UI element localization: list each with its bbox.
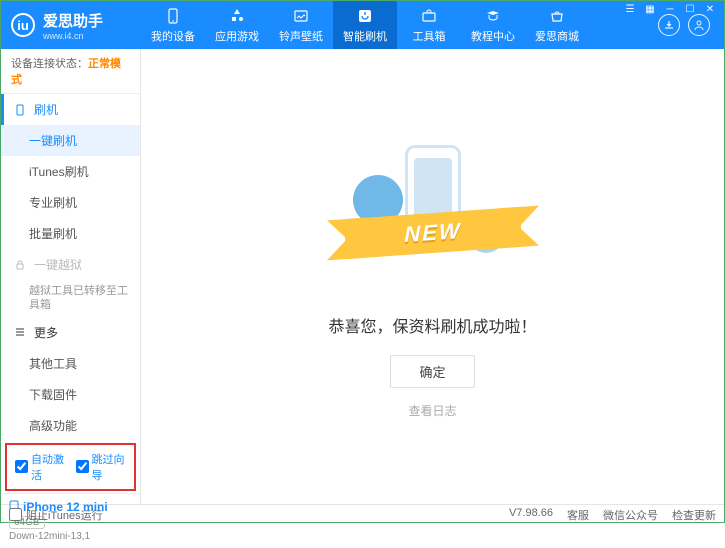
sidebar-item-othertools[interactable]: 其他工具 <box>1 348 140 379</box>
tab-store[interactable]: 爱思商城 <box>525 1 589 49</box>
ok-button[interactable]: 确定 <box>390 355 474 388</box>
logo-area: iu 爱思助手 www.i4.cn <box>11 10 141 41</box>
tab-my-device[interactable]: 我的设备 <box>141 1 205 49</box>
titlebar: iu 爱思助手 www.i4.cn 我的设备 应用游戏 铃声壁纸 智能刷机 工具… <box>1 1 724 49</box>
store-icon <box>548 7 566 25</box>
sidebar-item-batch[interactable]: 批量刷机 <box>1 218 140 249</box>
view-log-link[interactable]: 查看日志 <box>408 402 456 419</box>
tab-flash[interactable]: 智能刷机 <box>333 1 397 49</box>
check-update-link[interactable]: 检查更新 <box>672 507 716 523</box>
flash-icon <box>356 7 374 25</box>
logo-icon: iu <box>11 13 35 37</box>
customer-service-link[interactable]: 客服 <box>567 507 589 523</box>
download-button[interactable] <box>658 14 680 36</box>
wallpaper-icon <box>292 7 310 25</box>
success-illustration: NEW <box>323 135 543 295</box>
sidebar-section-more[interactable]: 更多 <box>1 317 140 348</box>
success-message: 恭喜您，保资料刷机成功啦！ <box>328 313 536 337</box>
wechat-link[interactable]: 微信公众号 <box>603 507 658 523</box>
sidebar-item-pro[interactable]: 专业刷机 <box>1 187 140 218</box>
sidebar: 设备连接状态：正常模式 刷机 一键刷机 iTunes刷机 专业刷机 批量刷机 一… <box>1 49 141 504</box>
ribbon-text: NEW <box>404 217 461 247</box>
auto-activate-checkbox[interactable]: 自动激活 <box>15 451 66 483</box>
tab-apps[interactable]: 应用游戏 <box>205 1 269 49</box>
sidebar-item-firmware[interactable]: 下载固件 <box>1 379 140 410</box>
block-itunes-checkbox[interactable]: 阻止iTunes运行 <box>9 507 103 523</box>
user-button[interactable] <box>688 14 710 36</box>
tab-ringtones[interactable]: 铃声壁纸 <box>269 1 333 49</box>
tab-tutorial[interactable]: 教程中心 <box>461 1 525 49</box>
sidebar-item-advanced[interactable]: 高级功能 <box>1 410 140 441</box>
menu-icon[interactable]: ☰ <box>623 2 637 16</box>
tutorial-icon <box>484 7 502 25</box>
version-label: V7.98.66 <box>509 507 553 523</box>
apps-icon <box>228 7 246 25</box>
sidebar-section-jailbreak[interactable]: 一键越狱 <box>1 249 140 280</box>
lock-icon <box>14 259 28 271</box>
window-controls: ☰ ▦ ─ ☐ ✕ <box>623 2 717 16</box>
sidebar-item-itunes[interactable]: iTunes刷机 <box>1 156 140 187</box>
more-icon <box>14 326 28 338</box>
app-name: 爱思助手 <box>43 10 103 31</box>
app-sub: www.i4.cn <box>43 31 103 41</box>
sidebar-section-flash[interactable]: 刷机 <box>1 94 140 125</box>
device-icon <box>164 7 182 25</box>
sidebar-item-oneclick[interactable]: 一键刷机 <box>1 125 140 156</box>
maximize-button[interactable]: ☐ <box>683 2 697 16</box>
main-content: NEW 恭喜您，保资料刷机成功啦！ 确定 查看日志 <box>141 49 724 504</box>
skin-icon[interactable]: ▦ <box>643 2 657 16</box>
minimize-button[interactable]: ─ <box>663 2 677 16</box>
top-tabs: 我的设备 应用游戏 铃声壁纸 智能刷机 工具箱 教程中心 爱思商城 <box>141 1 658 49</box>
skip-guide-checkbox[interactable]: 跳过向导 <box>76 451 127 483</box>
device-sub: Down-12mini-13,1 <box>9 531 132 542</box>
close-button[interactable]: ✕ <box>703 2 717 16</box>
connection-status: 设备连接状态：正常模式 <box>1 49 140 94</box>
phone-icon <box>14 104 28 116</box>
options-row: 自动激活 跳过向导 <box>5 443 136 491</box>
tab-toolbox[interactable]: 工具箱 <box>397 1 461 49</box>
toolbox-icon <box>420 7 438 25</box>
jailbreak-note: 越狱工具已转移至工具箱 <box>1 280 140 317</box>
